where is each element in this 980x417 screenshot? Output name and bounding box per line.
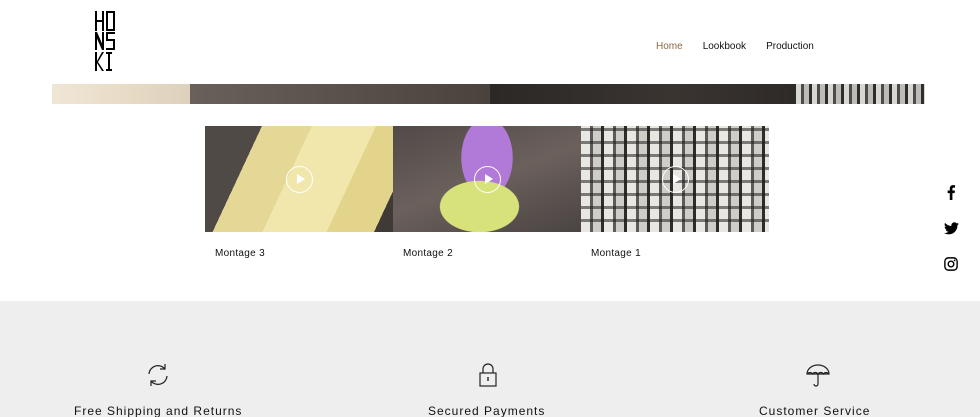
hero-image-strip bbox=[52, 84, 925, 104]
play-icon[interactable] bbox=[474, 166, 501, 193]
play-icon[interactable] bbox=[286, 166, 313, 193]
lock-icon bbox=[479, 363, 497, 387]
video-thumbnail-montage-2[interactable] bbox=[393, 126, 581, 232]
feature-label: Customer Service bbox=[759, 404, 871, 417]
hero-image-panel bbox=[190, 84, 490, 104]
hero-image-panel bbox=[52, 84, 190, 104]
nav-home[interactable]: Home bbox=[656, 41, 683, 52]
hero-image-panel bbox=[490, 84, 796, 104]
features-band bbox=[0, 301, 980, 417]
instagram-icon[interactable] bbox=[943, 256, 959, 272]
video-thumbnail-montage-3[interactable] bbox=[205, 126, 393, 232]
play-icon[interactable] bbox=[662, 166, 689, 193]
site-logo[interactable] bbox=[94, 10, 116, 72]
nav-lookbook[interactable]: Lookbook bbox=[703, 41, 746, 52]
main-nav: Home Lookbook Production bbox=[656, 41, 814, 52]
video-thumbnail-montage-1[interactable] bbox=[581, 126, 769, 232]
video-title[interactable]: Montage 1 bbox=[591, 248, 641, 259]
nav-production[interactable]: Production bbox=[766, 41, 814, 52]
video-title[interactable]: Montage 2 bbox=[403, 248, 453, 259]
video-title[interactable]: Montage 3 bbox=[215, 248, 265, 259]
page: Home Lookbook Production Montage 3 Monta… bbox=[0, 0, 980, 417]
facebook-icon[interactable] bbox=[943, 184, 959, 200]
hero-image-panel bbox=[796, 84, 925, 104]
feature-label: Secured Payments bbox=[428, 404, 546, 417]
umbrella-icon bbox=[806, 364, 830, 387]
feature-label: Free Shipping and Returns bbox=[74, 404, 243, 417]
refresh-icon bbox=[148, 364, 168, 386]
twitter-icon[interactable] bbox=[943, 220, 959, 236]
